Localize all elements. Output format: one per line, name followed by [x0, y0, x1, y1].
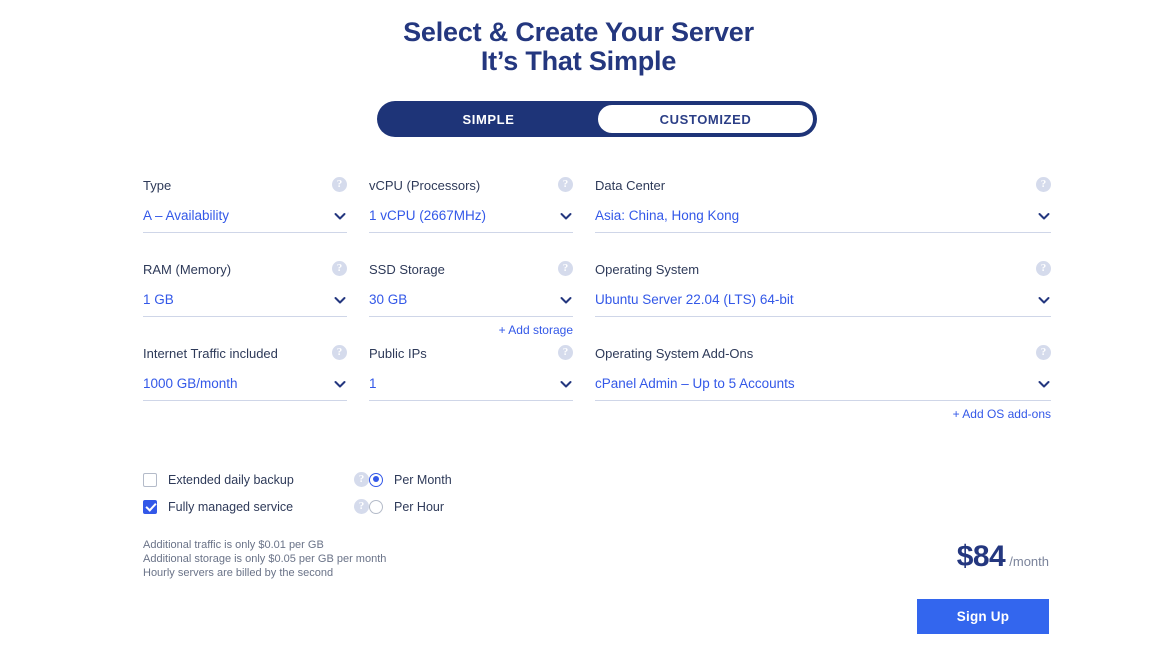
field-datacenter: Data Center ? Asia: China, Hong Kong	[595, 177, 1051, 233]
field-os-value: Ubuntu Server 22.04 (LTS) 64-bit	[595, 292, 794, 307]
checkbox-extended-daily-backup[interactable]: Extended daily backup ?	[143, 470, 369, 489]
field-public-ips-label: Public IPs	[369, 346, 427, 361]
form-row-3: Internet Traffic included ? 1000 GB/mont…	[143, 345, 1051, 421]
field-os-select[interactable]: Ubuntu Server 22.04 (LTS) 64-bit	[595, 292, 1051, 317]
field-datacenter-select[interactable]: Asia: China, Hong Kong	[595, 208, 1051, 233]
page-title-line2: It’s That Simple	[480, 46, 677, 76]
chevron-down-icon	[1037, 293, 1051, 307]
help-icon-vcpu[interactable]: ?	[558, 177, 573, 192]
sign-up-button[interactable]: Sign Up	[917, 599, 1049, 634]
radio-per-hour-label: Per Hour	[394, 499, 445, 514]
field-vcpu-label: vCPU (Processors)	[369, 178, 481, 193]
field-vcpu-select[interactable]: 1 vCPU (2667MHz)	[369, 208, 573, 233]
help-icon-traffic[interactable]: ?	[332, 345, 347, 360]
help-icon-os[interactable]: ?	[1036, 261, 1051, 276]
add-os-addons-link[interactable]: + Add OS add-ons	[953, 407, 1051, 421]
total-price: $84 /month	[957, 540, 1049, 574]
field-ram-select[interactable]: 1 GB	[143, 292, 347, 317]
pricing-notes: Additional traffic is only $0.01 per GB …	[143, 538, 386, 580]
help-icon-ssd[interactable]: ?	[558, 261, 573, 276]
pricing-note-2: Additional storage is only $0.05 per GB …	[143, 553, 387, 565]
field-public-ips: Public IPs ? 1	[369, 345, 573, 401]
field-ssd-select[interactable]: 30 GB + Add storage	[369, 292, 573, 337]
chevron-down-icon	[559, 377, 573, 391]
field-os: Operating System ? Ubuntu Server 22.04 (…	[595, 261, 1051, 317]
help-icon-ram[interactable]: ?	[332, 261, 347, 276]
field-ram: RAM (Memory) ? 1 GB	[143, 261, 347, 317]
toggle-option-simple-label: SIMPLE	[462, 111, 515, 127]
page-title-line1: Select & Create Your Server	[403, 17, 754, 47]
chevron-down-icon	[559, 209, 573, 223]
field-traffic-value: 1000 GB/month	[143, 376, 238, 391]
field-ram-label: RAM (Memory)	[143, 262, 232, 277]
field-os-addons: Operating System Add-Ons ? cPanel Admin …	[595, 345, 1051, 421]
field-datacenter-value: Asia: China, Hong Kong	[595, 208, 740, 223]
field-public-ips-value: 1	[369, 376, 377, 391]
checkbox-group: Extended daily backup ? Fully managed se…	[143, 470, 369, 516]
checkbox-fully-managed-service-label: Fully managed service	[168, 499, 294, 514]
field-ram-value: 1 GB	[143, 292, 174, 307]
radio-icon-unselected[interactable]	[369, 499, 383, 514]
field-public-ips-select[interactable]: 1	[369, 376, 573, 401]
help-icon-os-addons[interactable]: ?	[1036, 345, 1051, 360]
field-ssd: SSD Storage ? 30 GB + Add storage	[369, 261, 573, 337]
pricing-note-3: Hourly servers are billed by the second	[143, 567, 334, 579]
chevron-down-icon	[333, 377, 347, 391]
field-vcpu: vCPU (Processors) ? 1 vCPU (2667MHz)	[369, 177, 573, 233]
help-icon-datacenter[interactable]: ?	[1036, 177, 1051, 192]
field-traffic: Internet Traffic included ? 1000 GB/mont…	[143, 345, 347, 401]
help-icon-public-ips[interactable]: ?	[558, 345, 573, 360]
page-title: Select & Create Your Server It’s That Si…	[0, 18, 1157, 76]
radio-per-month-label: Per Month	[394, 472, 452, 487]
help-icon-type[interactable]: ?	[332, 177, 347, 192]
form-row-2: RAM (Memory) ? 1 GB SSD Storage ? 30 GB	[143, 261, 1051, 337]
server-configurator-page: Select & Create Your Server It’s That Si…	[0, 0, 1157, 645]
checkbox-fully-managed-service[interactable]: Fully managed service ?	[143, 497, 369, 516]
chevron-down-icon	[559, 293, 573, 307]
toggle-option-customized[interactable]: CUSTOMIZED	[597, 104, 814, 134]
field-traffic-select[interactable]: 1000 GB/month	[143, 376, 347, 401]
toggle-option-simple[interactable]: SIMPLE	[380, 104, 597, 134]
chevron-down-icon	[333, 209, 347, 223]
toggle-option-customized-label: CUSTOMIZED	[659, 111, 752, 127]
add-storage-link[interactable]: + Add storage	[499, 323, 573, 337]
chevron-down-icon	[1037, 209, 1051, 223]
radio-per-month[interactable]: Per Month	[369, 470, 549, 489]
radio-icon-selected[interactable]	[369, 472, 383, 487]
pricing-note-1: Additional traffic is only $0.01 per GB	[143, 539, 324, 551]
field-os-label: Operating System	[595, 262, 700, 277]
field-os-addons-select[interactable]: cPanel Admin – Up to 5 Accounts + Add OS…	[595, 376, 1051, 421]
field-traffic-label: Internet Traffic included	[143, 346, 278, 361]
field-vcpu-value: 1 vCPU (2667MHz)	[369, 208, 487, 223]
help-icon-extended-daily-backup[interactable]: ?	[354, 472, 369, 487]
checkbox-extended-daily-backup-label: Extended daily backup	[168, 472, 294, 487]
field-os-addons-value: cPanel Admin – Up to 5 Accounts	[595, 376, 795, 391]
field-datacenter-label: Data Center	[595, 178, 666, 193]
field-ssd-value: 30 GB	[369, 292, 408, 307]
billing-period-group: Per Month Per Hour	[369, 470, 549, 516]
configuration-form: Type ? A – Availability vCPU (Processors…	[143, 177, 1051, 421]
form-row-1: Type ? A – Availability vCPU (Processors…	[143, 177, 1051, 233]
options-area: Extended daily backup ? Fully managed se…	[143, 470, 549, 516]
field-type-select[interactable]: A – Availability	[143, 208, 347, 233]
mode-toggle[interactable]: SIMPLE CUSTOMIZED	[377, 101, 817, 137]
chevron-down-icon	[1037, 377, 1051, 391]
price-amount: $84	[956, 540, 1006, 573]
field-type-label: Type	[143, 178, 172, 193]
price-period: /month	[1009, 554, 1049, 569]
checkbox-icon-checked[interactable]	[143, 499, 157, 514]
chevron-down-icon	[333, 293, 347, 307]
field-os-addons-label: Operating System Add-Ons	[595, 346, 754, 361]
field-ssd-label: SSD Storage	[369, 262, 445, 277]
radio-per-hour[interactable]: Per Hour	[369, 497, 549, 516]
help-icon-fully-managed-service[interactable]: ?	[354, 499, 369, 514]
checkbox-icon-unchecked[interactable]	[143, 472, 157, 487]
field-type-value: A – Availability	[143, 208, 230, 223]
field-type: Type ? A – Availability	[143, 177, 347, 233]
